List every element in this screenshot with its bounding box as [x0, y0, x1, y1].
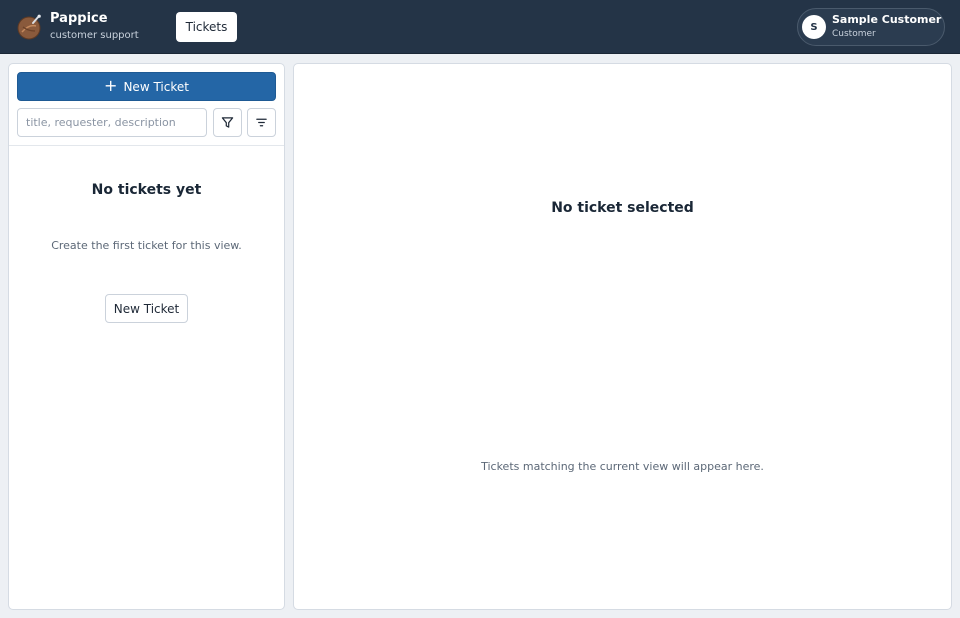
user-name: Sample Customer [832, 13, 942, 26]
top-bar: Pappice customer support Tickets S Sampl… [0, 0, 960, 54]
ticket-list-panel: + New Ticket No tickets yet Create the f… [8, 63, 285, 610]
ticket-detail-panel: No ticket selected Tickets matching the … [293, 63, 952, 610]
empty-state-new-ticket-button[interactable]: New Ticket [105, 294, 188, 323]
new-ticket-button[interactable]: + New Ticket [17, 72, 276, 101]
empty-state-title: No tickets yet [91, 182, 202, 198]
app-name: Pappice [50, 11, 108, 26]
new-ticket-label: New Ticket [123, 79, 189, 94]
avatar: S [802, 15, 826, 39]
user-menu[interactable]: S Sample Customer Customer [797, 8, 945, 46]
divider [9, 145, 284, 146]
tab-tickets[interactable]: Tickets [176, 12, 237, 42]
app-subtitle: customer support [50, 30, 139, 41]
plus-icon: + [104, 75, 118, 95]
sort-button[interactable] [247, 108, 276, 137]
filter-button[interactable] [213, 108, 242, 137]
filter-icon [221, 117, 234, 128]
sort-lines-icon [256, 118, 267, 127]
detail-empty-title: No ticket selected [551, 200, 694, 216]
detail-empty-subtitle: Tickets matching the current view will a… [481, 460, 764, 473]
user-role: Customer [832, 29, 876, 39]
empty-state-subtitle: Create the first ticket for this view. [51, 239, 242, 252]
brand-logo-icon [17, 14, 41, 40]
search-input[interactable] [17, 108, 207, 137]
